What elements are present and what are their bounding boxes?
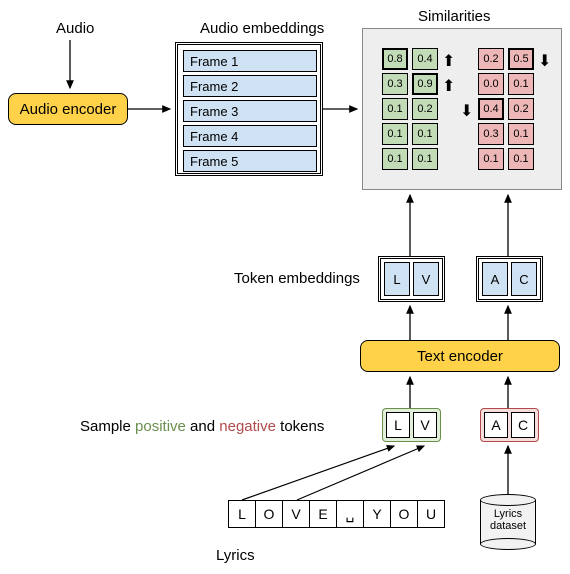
token-embed-cell: V [413, 262, 439, 296]
sim-cell: 0.4 [412, 48, 438, 70]
audio-embeddings-label: Audio embeddings [200, 20, 324, 37]
token-embed-cell: L [384, 262, 410, 296]
down-arrow-icon: ⬇ [538, 51, 551, 71]
similarity-pos-col1: 0.8 0.3 0.1 0.1 0.1 [382, 48, 408, 170]
token-embeddings-label: Token embeddings [234, 270, 360, 287]
token-embed-right: A C [476, 256, 543, 302]
lyrics-char-cell: O [255, 500, 283, 528]
frame-row: Frame 4 [183, 125, 317, 147]
sim-cell: 0.1 [382, 148, 408, 170]
sim-cell: 0.1 [412, 148, 438, 170]
token-embed-cell: A [482, 262, 508, 296]
token-embed-left: L V [378, 256, 445, 302]
sample-tokens-label: Sample positive and negative tokens [80, 418, 324, 435]
sim-cell: 0.1 [508, 73, 534, 95]
lyrics-label: Lyrics [216, 547, 255, 564]
up-arrow-icon: ⬆ [442, 76, 455, 96]
lyrics-char-cell: O [390, 500, 418, 528]
negative-token-pair: A C [480, 408, 539, 442]
lyrics-char-cell: U [417, 500, 445, 528]
sim-cell: 0.8 [382, 48, 408, 70]
sim-cell: 0.4 [478, 98, 504, 120]
positive-token-pair: L V [382, 408, 441, 442]
lyrics-char-cell: Y [363, 500, 391, 528]
sim-cell: 0.3 [478, 123, 504, 145]
frame-row: Frame 3 [183, 100, 317, 122]
sim-cell: 0.2 [412, 98, 438, 120]
similarities-label: Similarities [418, 8, 491, 25]
text-encoder: Text encoder [360, 340, 560, 372]
audio-encoder: Audio encoder [8, 93, 128, 125]
lyrics-char-row: L O V E ␣ Y O U [228, 500, 445, 528]
token-cell: L [386, 412, 410, 438]
sim-cell: 0.3 [382, 73, 408, 95]
token-cell: V [413, 412, 437, 438]
sim-cell: 0.9 [412, 73, 438, 95]
sim-cell: 0.1 [382, 98, 408, 120]
frame-row: Frame 2 [183, 75, 317, 97]
frame-row: Frame 1 [183, 50, 317, 72]
sim-cell: 0.1 [508, 148, 534, 170]
lyrics-char-cell: V [282, 500, 310, 528]
lyrics-char-cell: ␣ [336, 500, 364, 528]
sim-cell: 0.1 [412, 123, 438, 145]
frame-row: Frame 5 [183, 150, 317, 172]
sim-cell: 0.1 [508, 123, 534, 145]
sim-cell: 0.2 [508, 98, 534, 120]
sim-cell: 0.1 [382, 123, 408, 145]
lyrics-char-cell: L [228, 500, 256, 528]
similarity-pos-col2: 0.4 0.9 0.2 0.1 0.1 [412, 48, 438, 170]
similarity-neg-col1: 0.2 0.0 0.4 0.3 0.1 [478, 48, 504, 170]
up-arrow-icon: ⬆ [442, 51, 455, 71]
lyrics-char-cell: E [309, 500, 337, 528]
similarity-neg-col2: 0.5 0.1 0.2 0.1 0.1 [508, 48, 534, 170]
audio-embeddings-block: Frame 1 Frame 2 Frame 3 Frame 4 Frame 5 [175, 42, 323, 176]
token-embed-cell: C [511, 262, 537, 296]
audio-label: Audio [56, 20, 94, 37]
token-cell: A [484, 412, 508, 438]
token-cell: C [511, 412, 535, 438]
sim-cell: 0.0 [478, 73, 504, 95]
sim-cell: 0.1 [478, 148, 504, 170]
lyrics-dataset-cylinder: Lyricsdataset [480, 494, 536, 550]
sim-cell: 0.2 [478, 48, 504, 70]
sim-cell: 0.5 [508, 48, 534, 70]
down-arrow-icon: ⬇ [460, 101, 473, 121]
